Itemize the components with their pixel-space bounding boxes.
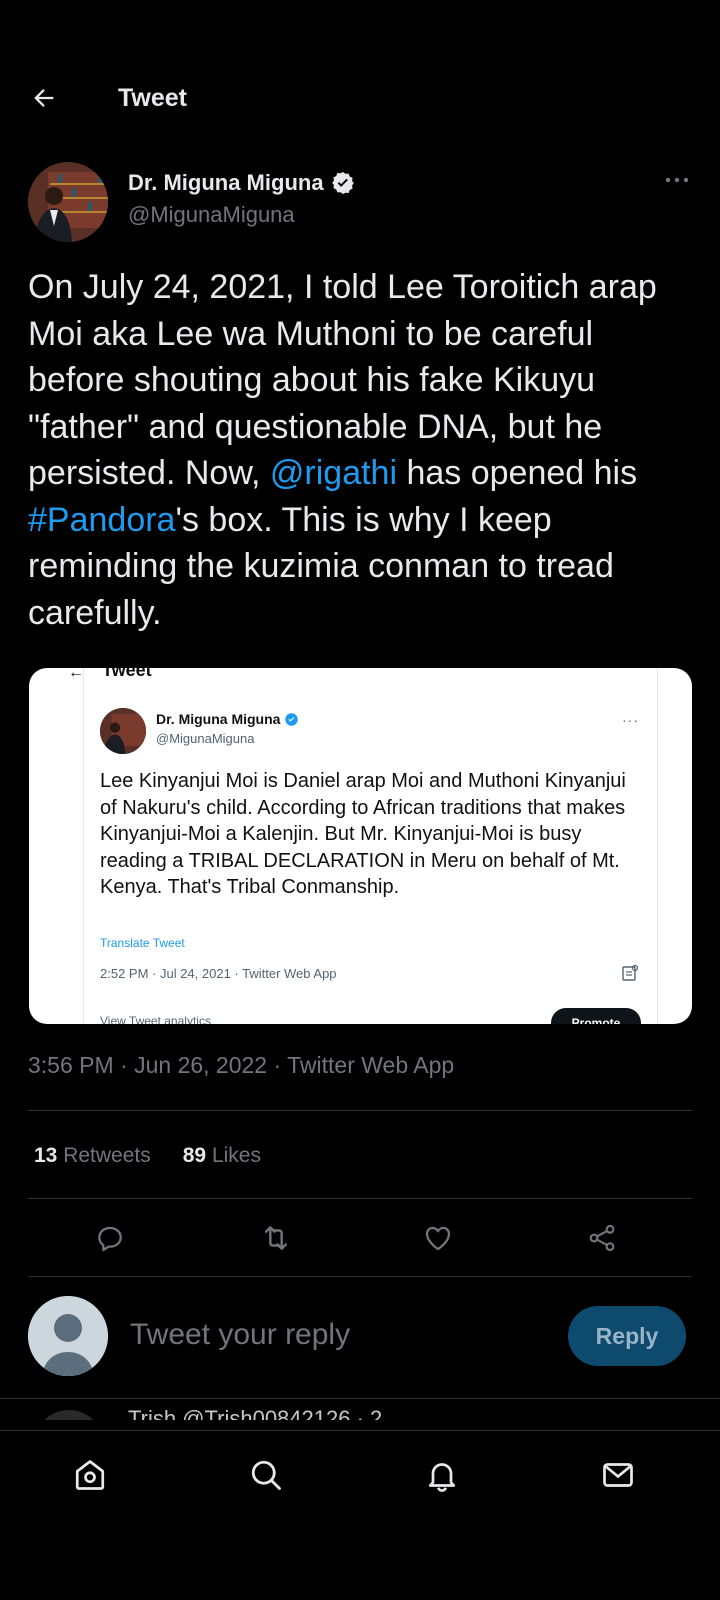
retweets-label: Retweets — [63, 1144, 151, 1167]
top-bar: Tweet — [0, 70, 720, 130]
reply-composer: Tweet your reply Reply — [0, 1296, 720, 1380]
divider — [28, 1198, 692, 1199]
embedded-back-arrow-icon: ← — [68, 668, 84, 681]
tweet-text-part: has opened his — [397, 454, 638, 492]
author-handle[interactable]: @MigunaMiguna — [128, 202, 295, 228]
likes-label: Likes — [211, 1144, 261, 1167]
retweets-count: 13 — [34, 1144, 58, 1167]
share-icon — [589, 1224, 615, 1252]
user-avatar[interactable] — [28, 1296, 108, 1376]
bell-icon — [428, 1463, 456, 1492]
nav-notifications[interactable] — [420, 1453, 464, 1497]
tweet-text: On July 24, 2021, I told Lee Toroitich a… — [28, 264, 692, 636]
reply-input[interactable]: Tweet your reply — [130, 1318, 350, 1352]
home-icon — [75, 1460, 105, 1490]
embedded-translate-link: Translate Tweet — [100, 936, 185, 950]
tweet-author: Dr. Miguna Miguna @MigunaMiguna — [28, 162, 692, 242]
default-avatar-icon — [28, 1296, 108, 1376]
more-horizontal-icon — [665, 177, 689, 183]
next-reply-avatar — [34, 1410, 104, 1420]
author-avatar[interactable] — [28, 162, 108, 242]
divider — [28, 1276, 692, 1277]
embedded-tweet-meta: 2:52 PM · Jul 24, 2021 · Twitter Web App — [100, 966, 337, 981]
hashtag-link[interactable]: #Pandora — [28, 501, 175, 539]
embedded-verified-icon — [285, 712, 299, 726]
like-button[interactable] — [416, 1216, 460, 1260]
embedded-author-handle: @MigunaMiguna — [156, 731, 255, 746]
tweet-actions — [0, 1216, 720, 1264]
tweet-stats: 13 Retweets 89 Likes — [34, 1144, 261, 1168]
embedded-author-name: Dr. Miguna Miguna — [156, 711, 299, 727]
divider — [28, 1110, 692, 1111]
retweet-icon — [264, 1226, 288, 1250]
reply-button[interactable] — [88, 1216, 132, 1260]
bottom-navigation — [0, 1430, 720, 1600]
nav-home[interactable] — [68, 1453, 112, 1497]
more-options-button[interactable] — [662, 170, 692, 190]
verified-badge-icon — [331, 171, 354, 195]
embedded-promote-button: Promote — [551, 1008, 641, 1024]
next-reply-header: Trish @Trish00842126 · 2 — [128, 1406, 383, 1420]
likes-count: 89 — [182, 1144, 207, 1167]
comment-icon — [98, 1226, 122, 1252]
likes-stat[interactable]: 89 Likes — [183, 1144, 261, 1168]
page-title: Tweet — [118, 84, 187, 112]
tweet-timestamp[interactable]: 3:56 PM · Jun 26, 2022 · Twitter Web App — [28, 1052, 454, 1079]
embedded-analytics-text: View Tweet analytics — [100, 1014, 211, 1024]
mention-link[interactable]: @rigathi — [270, 454, 397, 492]
heart-icon — [425, 1226, 451, 1251]
embedded-avatar — [100, 708, 146, 754]
arrow-left-icon — [34, 89, 54, 107]
next-reply-preview: Trish @Trish00842126 · 2 — [0, 1398, 720, 1420]
embedded-tweet-screenshot: ← Tweet Dr. Miguna Miguna @MigunaMiguna … — [68, 668, 658, 1024]
embedded-analytics-icon — [622, 964, 639, 981]
nav-messages[interactable] — [596, 1453, 640, 1497]
nav-search[interactable] — [244, 1453, 288, 1497]
author-name-text: Dr. Miguna Miguna — [128, 170, 324, 195]
embedded-title: Tweet — [102, 668, 152, 680]
embedded-tweet-text: Lee Kinyanjui Moi is Daniel arap Moi and… — [100, 770, 626, 898]
retweets-stat[interactable]: 13 Retweets — [34, 1144, 151, 1168]
search-icon — [251, 1460, 281, 1490]
embedded-author-name-text: Dr. Miguna Miguna — [156, 711, 281, 727]
reply-submit-button[interactable]: Reply — [568, 1306, 686, 1366]
author-name[interactable]: Dr. Miguna Miguna — [128, 170, 356, 196]
retweet-button[interactable] — [254, 1216, 298, 1260]
embedded-more-icon: ··· — [622, 712, 639, 728]
mail-icon — [603, 1463, 633, 1487]
tweet-image[interactable]: ← Tweet Dr. Miguna Miguna @MigunaMiguna … — [29, 668, 692, 1024]
back-button[interactable] — [28, 82, 60, 114]
share-button[interactable] — [580, 1216, 624, 1260]
